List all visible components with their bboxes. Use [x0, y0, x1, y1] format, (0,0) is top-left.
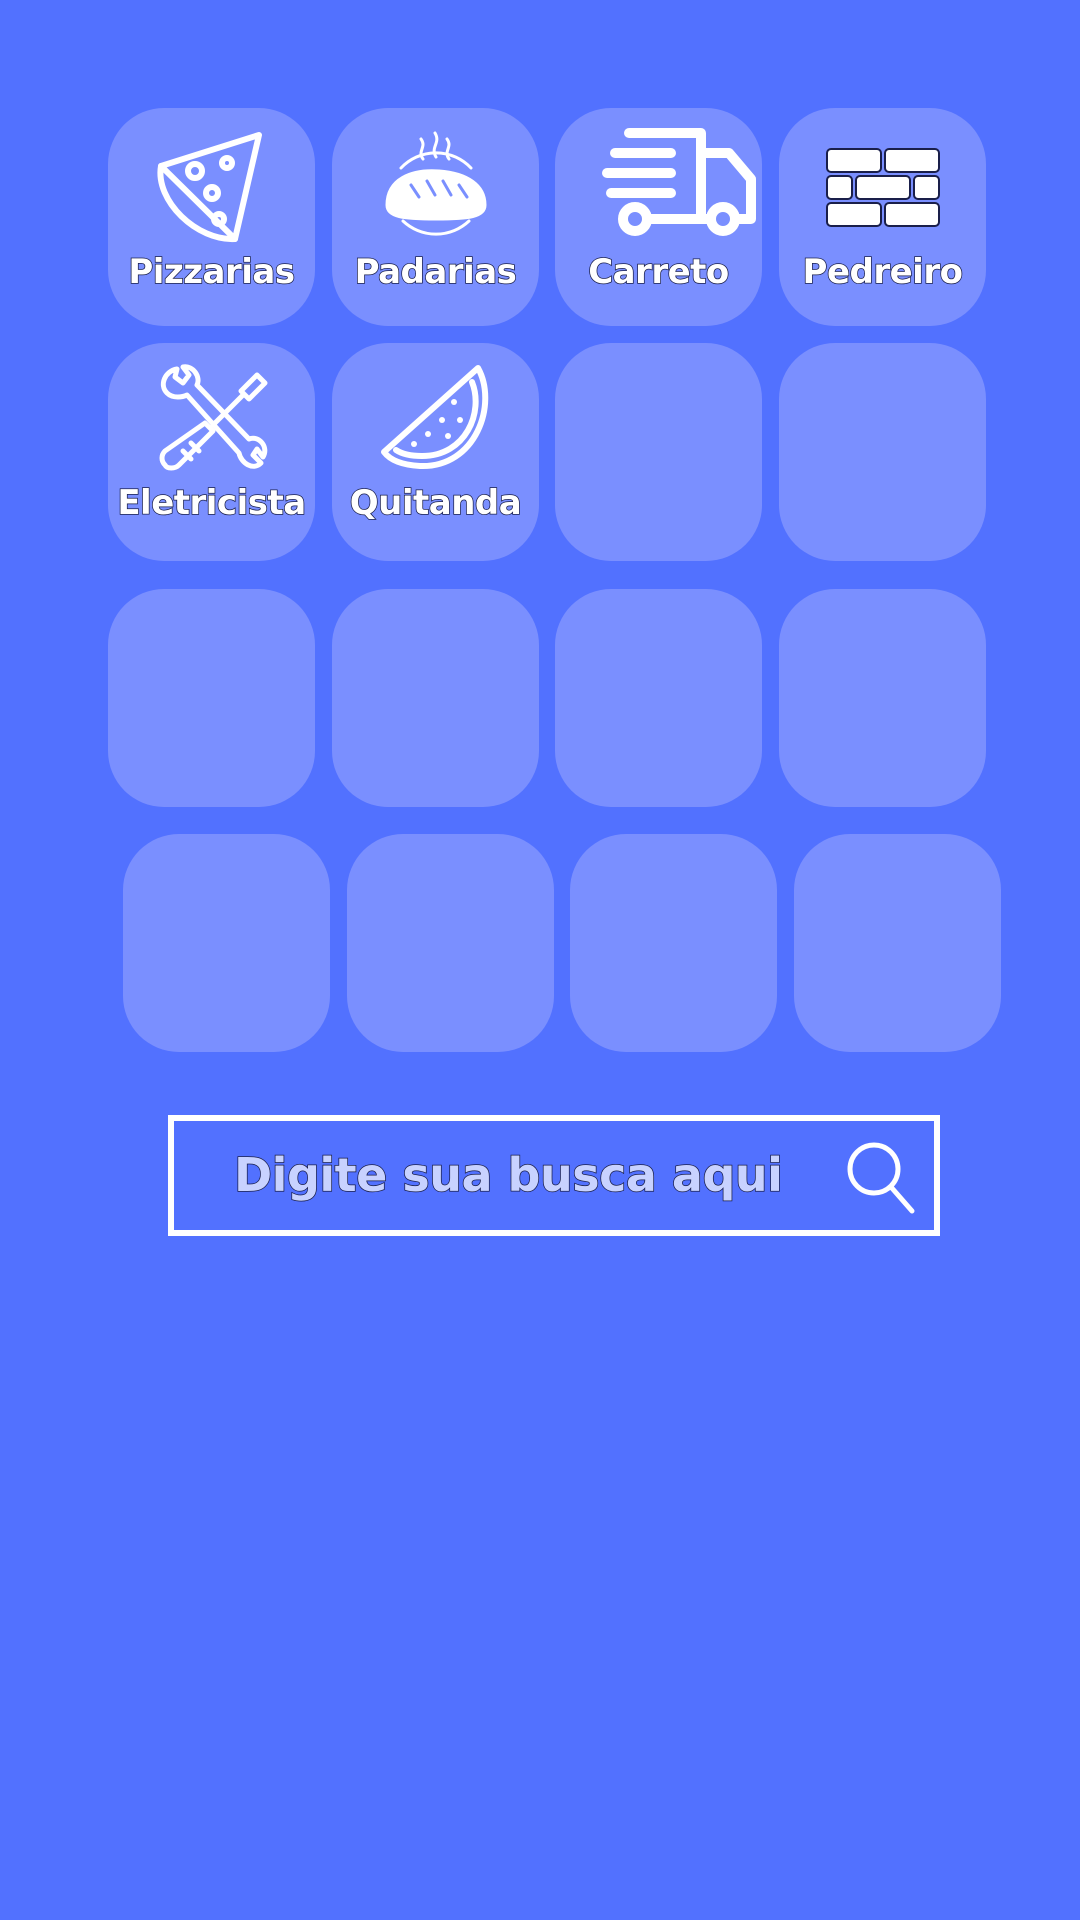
category-tile-carreto[interactable]: Carreto [555, 108, 762, 326]
empty-tile[interactable] [555, 343, 762, 561]
category-label: Padarias [354, 251, 518, 293]
empty-tile[interactable] [570, 834, 777, 1052]
empty-tile[interactable] [555, 589, 762, 807]
watermelon-slice-icon [332, 343, 539, 499]
category-label: Quitanda [349, 482, 522, 524]
category-tile-padarias[interactable]: Padarias [332, 108, 539, 326]
delivery-truck-icon [575, 108, 762, 260]
search-icon[interactable] [846, 1141, 916, 1217]
category-label: Pizzarias [128, 251, 296, 293]
category-tile-eletricista[interactable]: Eletricista [108, 343, 315, 561]
category-label: Pedreiro [802, 251, 964, 293]
brick-wall-icon [779, 108, 986, 268]
bread-icon [332, 108, 539, 268]
category-label: Eletricista [117, 482, 307, 524]
empty-tile[interactable] [794, 834, 1001, 1052]
empty-tile[interactable] [347, 834, 554, 1052]
pizza-slice-icon [108, 108, 315, 268]
wrench-screwdriver-icon [108, 343, 315, 499]
empty-tile[interactable] [332, 589, 539, 807]
empty-tile[interactable] [779, 589, 986, 807]
empty-tile[interactable] [108, 589, 315, 807]
empty-tile[interactable] [123, 834, 330, 1052]
category-tile-pizzarias[interactable]: Pizzarias [108, 108, 315, 326]
category-tile-pedreiro[interactable]: Pedreiro [779, 108, 986, 326]
search-placeholder: Digite sua busca aqui [233, 1147, 783, 1203]
search-input[interactable]: Digite sua busca aqui [168, 1115, 940, 1236]
category-label: Carreto [587, 251, 730, 293]
empty-tile[interactable] [779, 343, 986, 561]
category-tile-quitanda[interactable]: Quitanda [332, 343, 539, 561]
